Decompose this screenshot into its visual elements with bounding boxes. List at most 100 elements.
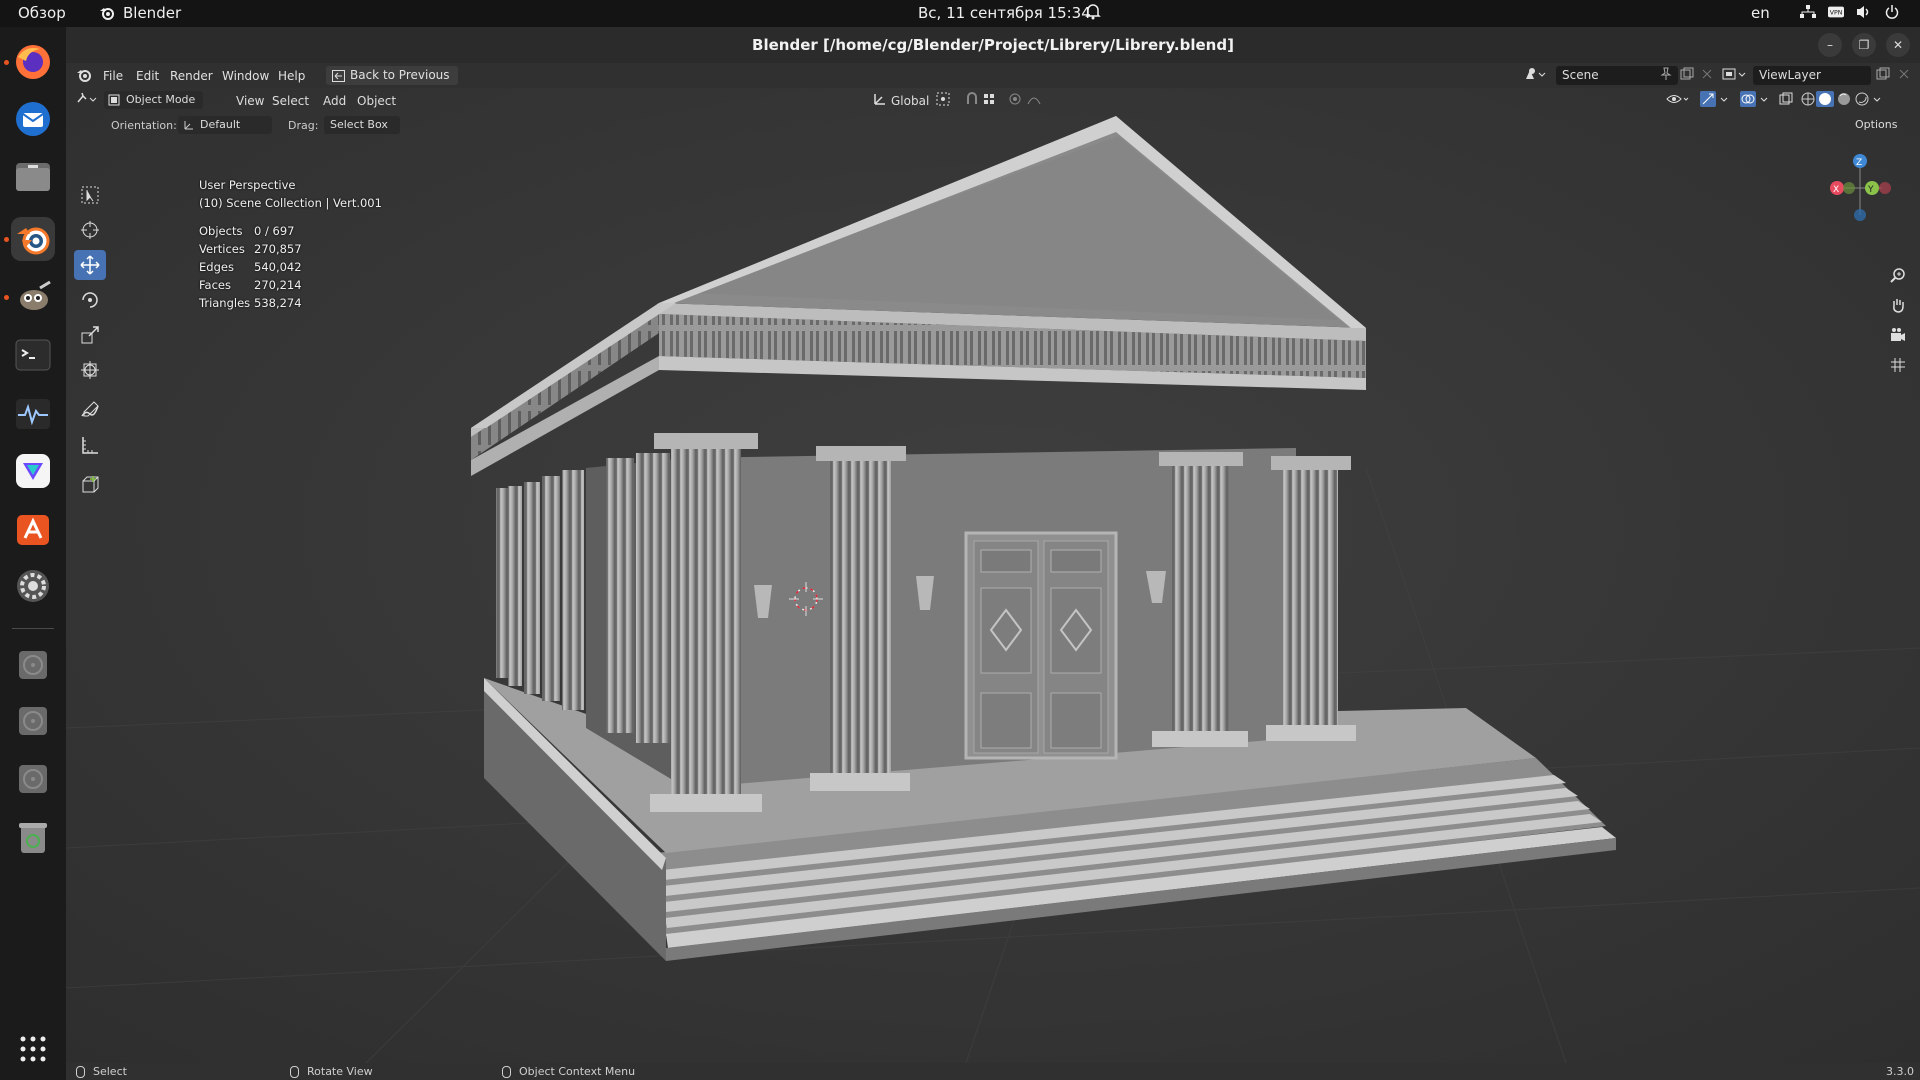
ortho-grid-icon[interactable] <box>1886 353 1910 377</box>
pin-icon[interactable] <box>1660 67 1672 84</box>
menu-view[interactable]: View <box>236 94 264 108</box>
scene-statistics: Objects 0 / 697 Vertices 270,857 Edges 5… <box>199 224 399 314</box>
visibility-icon[interactable] <box>1666 92 1690 109</box>
transform-orientation-icon <box>873 92 887 109</box>
select-tool-icon[interactable] <box>74 180 106 210</box>
xray-toggle-icon[interactable] <box>1779 92 1793 109</box>
menu-render[interactable]: Render <box>170 69 213 83</box>
keyboard-layout[interactable]: en <box>1751 4 1770 22</box>
navigation-gizmo[interactable]: Z X Y <box>1825 153 1895 233</box>
terminal-icon[interactable] <box>11 333 55 377</box>
drag-dropdown[interactable]: Select Box <box>324 116 400 134</box>
thunderbird-icon[interactable] <box>11 97 55 141</box>
orientation-value: Default <box>200 118 241 131</box>
rotate-tool-icon[interactable] <box>74 285 106 315</box>
active-collection-label: (10) Scene Collection | Vert.001 <box>199 196 382 210</box>
gimp-icon[interactable] <box>11 275 55 319</box>
scale-tool-icon[interactable] <box>74 320 106 350</box>
status-context-hint: Object Context Menu <box>502 1065 635 1078</box>
trash-icon[interactable] <box>11 816 55 860</box>
menu-object[interactable]: Object <box>357 94 396 108</box>
new-view-layer-icon[interactable] <box>1876 67 1890 84</box>
svg-text:VPN: VPN <box>1830 10 1843 17</box>
3d-viewport[interactable]: Object Mode View Select Add Object Globa… <box>66 88 1920 1063</box>
proton-vpn-icon[interactable] <box>11 449 55 493</box>
drag-label: Drag: <box>288 119 319 132</box>
close-icon[interactable]: ✕ <box>1886 33 1910 57</box>
view-layer-icon[interactable] <box>1722 67 1746 84</box>
menu-window[interactable]: Window <box>222 69 269 83</box>
notification-bell-icon[interactable] <box>1085 3 1101 25</box>
measure-tool-icon[interactable] <box>74 430 106 460</box>
menu-select[interactable]: Select <box>272 94 309 108</box>
mouse-middle-icon <box>290 1065 299 1078</box>
new-scene-icon[interactable] <box>1680 67 1694 84</box>
snap-icon[interactable] <box>966 92 1002 109</box>
stat-label: Edges <box>199 260 234 274</box>
delete-view-layer-icon[interactable] <box>1899 68 1909 82</box>
show-apps-icon[interactable] <box>11 1027 55 1071</box>
clock[interactable]: Вс, 11 сентября 15:34 <box>918 4 1091 22</box>
tool-settings-bar: Orientation: Default Drag: Select Box Op… <box>66 115 1920 137</box>
disk-drive-icon[interactable] <box>11 643 55 687</box>
blender-menu-bar: File Edit Render Window Help Back to Pre… <box>66 63 1920 88</box>
transform-tool-icon[interactable] <box>74 355 106 385</box>
back-to-previous-button[interactable]: Back to Previous <box>326 66 458 85</box>
activities-button[interactable]: Обзор <box>18 4 66 22</box>
add-cube-tool-icon[interactable] <box>74 470 106 500</box>
system-top-bar: Обзор Blender Вс, 11 сентября 15:34 en V… <box>0 0 1920 27</box>
annotate-tool-icon[interactable] <box>74 395 106 425</box>
blender-menu-icon[interactable] <box>76 67 92 86</box>
view-layer-field[interactable]: ViewLayer <box>1753 66 1871 85</box>
overlays-toggle-icon[interactable] <box>1740 91 1770 110</box>
stat-label: Faces <box>199 278 231 292</box>
disk-drive-icon[interactable] <box>11 699 55 743</box>
files-icon[interactable] <box>11 154 55 198</box>
menu-file[interactable]: File <box>103 69 123 83</box>
options-dropdown[interactable]: Options <box>1849 116 1911 134</box>
status-select-label: Select <box>93 1065 127 1078</box>
pivot-point-icon[interactable] <box>936 92 958 109</box>
cursor-tool-icon[interactable] <box>74 215 106 245</box>
stat-label: Triangles <box>199 296 251 310</box>
orientation-dropdown[interactable]: Default <box>178 116 272 134</box>
app-menu[interactable]: Blender <box>99 4 181 22</box>
firefox-icon[interactable] <box>11 40 55 84</box>
software-center-icon[interactable] <box>11 507 55 551</box>
camera-view-icon[interactable] <box>1886 323 1910 347</box>
settings-icon[interactable] <box>11 564 55 608</box>
shading-mode-icons[interactable] <box>1800 91 1886 110</box>
stat-label: Vertices <box>199 242 245 256</box>
system-monitor-icon[interactable] <box>11 392 55 436</box>
blender-dock-icon[interactable] <box>11 217 55 261</box>
blender-window: Blender [/home/cg/Blender/Project/Librer… <box>66 27 1920 1080</box>
stat-label: Objects <box>199 224 243 238</box>
system-tray[interactable]: VPN <box>1800 4 1900 20</box>
scene-icon[interactable] <box>1524 67 1546 84</box>
menu-help[interactable]: Help <box>278 69 305 83</box>
editor-type-icon[interactable] <box>76 92 98 109</box>
transform-orientation-dropdown[interactable]: Global <box>891 94 929 108</box>
window-titlebar[interactable]: Blender [/home/cg/Blender/Project/Librer… <box>66 27 1920 63</box>
blender-logo-icon <box>100 8 114 20</box>
gizmo-x-label: X <box>1833 185 1839 195</box>
object-mode-dropdown[interactable]: Object Mode <box>104 91 203 109</box>
zoom-icon[interactable] <box>1886 263 1910 287</box>
window-title: Blender [/home/cg/Blender/Project/Librer… <box>752 36 1234 54</box>
move-tool-icon[interactable] <box>74 250 106 280</box>
status-context-label: Object Context Menu <box>519 1065 636 1078</box>
gizmo-z-label: Z <box>1856 158 1862 168</box>
orientation-icon <box>184 121 193 130</box>
blender-version: 3.3.0 <box>1886 1065 1914 1078</box>
proportional-editing-icon[interactable] <box>1008 92 1048 109</box>
menu-add[interactable]: Add <box>323 94 346 108</box>
pan-hand-icon[interactable] <box>1886 293 1910 317</box>
gizmo-toggle-icon[interactable] <box>1700 91 1730 110</box>
status-rotate-hint: Rotate View <box>290 1065 373 1078</box>
disk-drive-icon[interactable] <box>11 757 55 801</box>
stat-value: 540,042 <box>254 260 302 274</box>
minimize-icon[interactable]: – <box>1818 33 1842 57</box>
delete-scene-icon[interactable] <box>1702 68 1712 82</box>
maximize-icon[interactable]: ❐ <box>1852 33 1876 57</box>
menu-edit[interactable]: Edit <box>136 69 159 83</box>
